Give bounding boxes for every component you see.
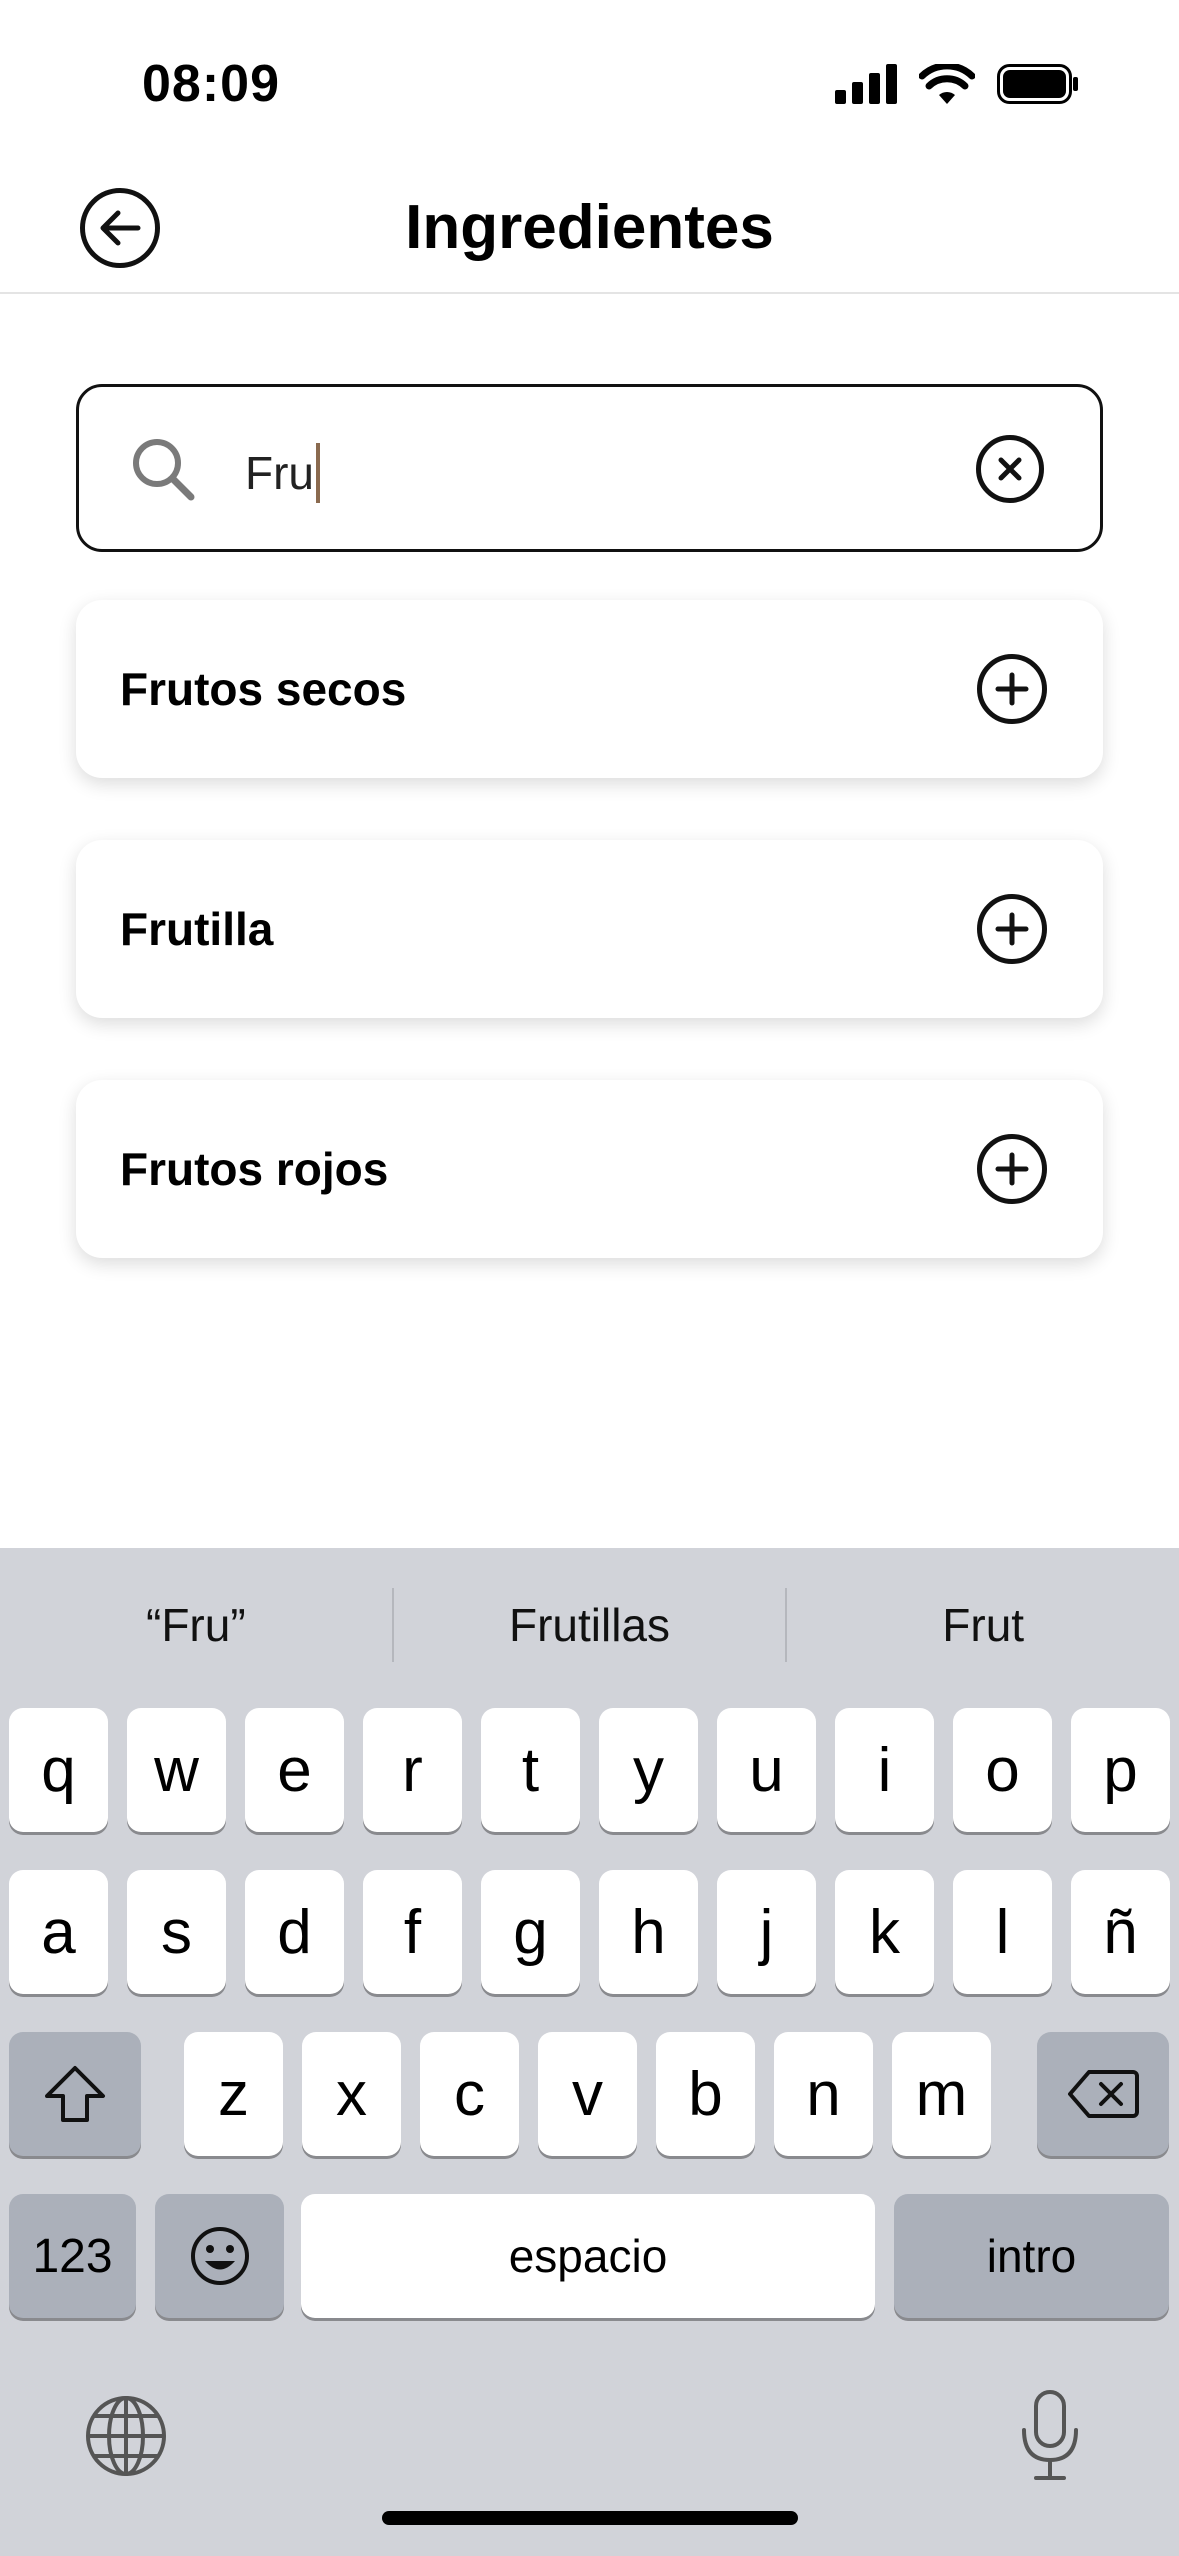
list-item[interactable]: Frutilla: [76, 840, 1103, 1018]
key-c[interactable]: c: [420, 2032, 519, 2156]
key-enye[interactable]: ñ: [1071, 1870, 1170, 1994]
globe-icon: [86, 2396, 166, 2476]
ingredient-label: Frutos secos: [120, 663, 407, 715]
key-s[interactable]: s: [127, 1870, 226, 1994]
status-time: 08:09: [142, 55, 280, 113]
numbers-key[interactable]: 123: [9, 2194, 136, 2318]
wifi-icon: [919, 64, 975, 104]
clear-search-button[interactable]: [976, 435, 1044, 503]
emoji-icon: [190, 2227, 249, 2285]
status-icons: [835, 64, 1079, 104]
shift-icon: [45, 2066, 105, 2122]
key-b[interactable]: b: [656, 2032, 755, 2156]
battery-icon: [997, 64, 1078, 104]
space-key[interactable]: espacio: [301, 2194, 875, 2318]
home-indicator[interactable]: [382, 2511, 798, 2525]
add-ingredient-button[interactable]: [977, 1134, 1047, 1204]
suggestion-bar: “Fru” Frutillas Frut: [0, 1548, 1179, 1702]
search-input[interactable]: Fru: [76, 384, 1103, 552]
header: Ingredientes: [0, 170, 1179, 294]
suggestion-item[interactable]: Frutillas: [394, 1598, 786, 1652]
key-f[interactable]: f: [363, 1870, 462, 1994]
key-k[interactable]: k: [835, 1870, 934, 1994]
search-text: Fru: [245, 443, 320, 503]
suggestion-item[interactable]: “Fru”: [0, 1598, 392, 1652]
key-r[interactable]: r: [363, 1708, 462, 1832]
key-o[interactable]: o: [953, 1708, 1052, 1832]
key-e[interactable]: e: [245, 1708, 344, 1832]
list-item[interactable]: Frutos secos: [76, 600, 1103, 778]
list-item[interactable]: Frutos rojos: [76, 1080, 1103, 1258]
cellular-signal-icon: [835, 64, 897, 104]
keyboard: “Fru” Frutillas Frut q w e r t y u i o p…: [0, 1548, 1179, 2556]
text-caret: [316, 443, 320, 503]
globe-button[interactable]: [84, 2394, 168, 2478]
key-h[interactable]: h: [599, 1870, 698, 1994]
key-p[interactable]: p: [1071, 1708, 1170, 1832]
key-m[interactable]: m: [892, 2032, 991, 2156]
shift-key[interactable]: [9, 2032, 141, 2156]
page-title: Ingredientes: [405, 193, 774, 262]
emoji-key[interactable]: [155, 2194, 284, 2318]
key-u[interactable]: u: [717, 1708, 816, 1832]
key-z[interactable]: z: [184, 2032, 283, 2156]
key-v[interactable]: v: [538, 2032, 637, 2156]
key-i[interactable]: i: [835, 1708, 934, 1832]
plus-icon: [995, 672, 1029, 706]
key-y[interactable]: y: [599, 1708, 698, 1832]
key-d[interactable]: d: [245, 1870, 344, 1994]
ingredient-label: Frutilla: [120, 903, 274, 955]
key-l[interactable]: l: [953, 1870, 1052, 1994]
plus-icon: [995, 1152, 1029, 1186]
add-ingredient-button[interactable]: [977, 894, 1047, 964]
backspace-icon: [1068, 2070, 1139, 2118]
key-q[interactable]: q: [9, 1708, 108, 1832]
microphone-icon: [1022, 2390, 1078, 2480]
key-a[interactable]: a: [9, 1870, 108, 1994]
ingredient-label: Frutos rojos: [120, 1143, 389, 1195]
search-icon: [133, 439, 195, 501]
microphone-button[interactable]: [1018, 2388, 1082, 2484]
key-n[interactable]: n: [774, 2032, 873, 2156]
suggestion-item[interactable]: Frut: [787, 1598, 1179, 1652]
close-icon: [998, 457, 1022, 481]
key-w[interactable]: w: [127, 1708, 226, 1832]
key-t[interactable]: t: [481, 1708, 580, 1832]
status-bar: 08:09: [0, 0, 1179, 170]
search-value: Fru: [245, 447, 314, 499]
backspace-key[interactable]: [1037, 2032, 1169, 2156]
add-ingredient-button[interactable]: [977, 654, 1047, 724]
key-x[interactable]: x: [302, 2032, 401, 2156]
key-j[interactable]: j: [717, 1870, 816, 1994]
key-g[interactable]: g: [481, 1870, 580, 1994]
return-key[interactable]: intro: [894, 2194, 1169, 2318]
plus-icon: [995, 912, 1029, 946]
